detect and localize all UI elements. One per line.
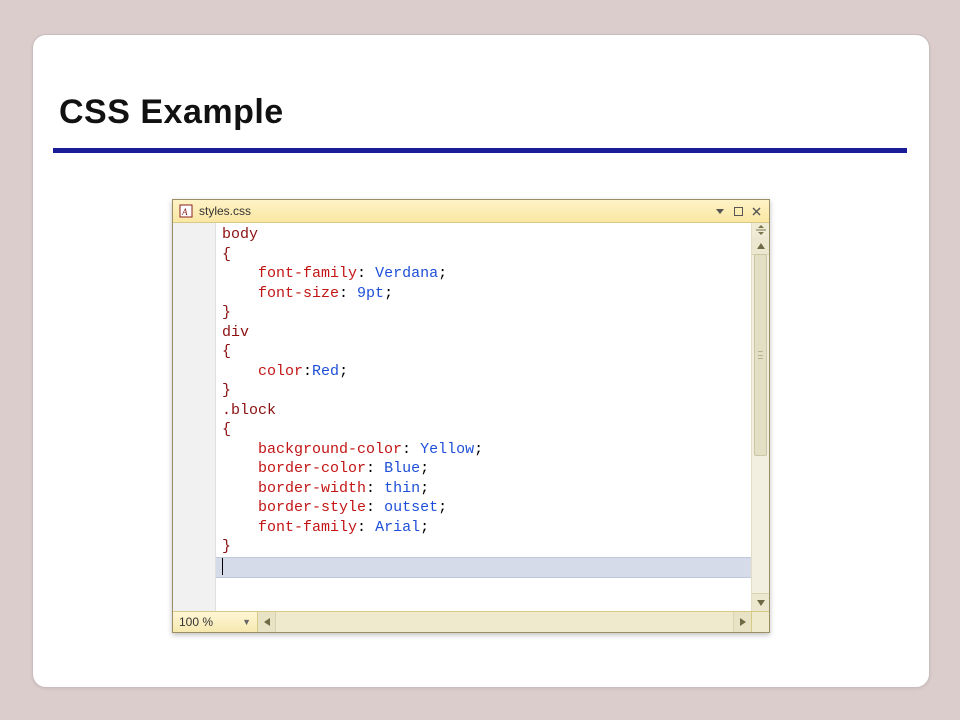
- scroll-down-button[interactable]: [752, 593, 769, 611]
- editor-titlebar: A styles.css: [173, 200, 769, 223]
- editor-body: body{ font-family: Verdana; font-size: 9…: [173, 223, 769, 611]
- current-line-highlight: [216, 557, 751, 578]
- vertical-scroll-thumb[interactable]: [754, 254, 767, 456]
- vertical-scrollbar[interactable]: [751, 223, 769, 611]
- horizontal-scrollbar[interactable]: [258, 612, 751, 632]
- editor-window: A styles.css body{ font-family: Verdana;…: [172, 199, 770, 633]
- vertical-scroll-track[interactable]: [752, 254, 769, 594]
- title-rule: [53, 148, 907, 153]
- code-area[interactable]: body{ font-family: Verdana; font-size: 9…: [216, 223, 751, 611]
- slide: CSS Example A styles.css: [32, 34, 930, 688]
- line-gutter: [173, 223, 216, 611]
- chevron-down-icon: ▼: [242, 617, 251, 627]
- editor-filename: styles.css: [199, 204, 251, 218]
- zoom-value: 100 %: [179, 615, 213, 629]
- scrollbar-corner: [751, 612, 769, 632]
- editor-statusbar: 100 % ▼: [173, 611, 769, 632]
- close-button[interactable]: [749, 204, 763, 218]
- svg-text:A: A: [181, 207, 188, 217]
- scroll-up-button[interactable]: [752, 237, 769, 255]
- scroll-right-button[interactable]: [733, 612, 751, 632]
- split-handle-icon[interactable]: [752, 223, 769, 238]
- text-caret: [222, 558, 223, 575]
- slide-title: CSS Example: [59, 93, 284, 132]
- scroll-left-button[interactable]: [258, 612, 276, 632]
- code-text[interactable]: body{ font-family: Verdana; font-size: 9…: [216, 223, 751, 557]
- window-menu-button[interactable]: [713, 204, 727, 218]
- maximize-button[interactable]: [731, 204, 745, 218]
- zoom-dropdown[interactable]: 100 % ▼: [173, 612, 258, 632]
- stylesheet-file-icon: A: [179, 204, 193, 218]
